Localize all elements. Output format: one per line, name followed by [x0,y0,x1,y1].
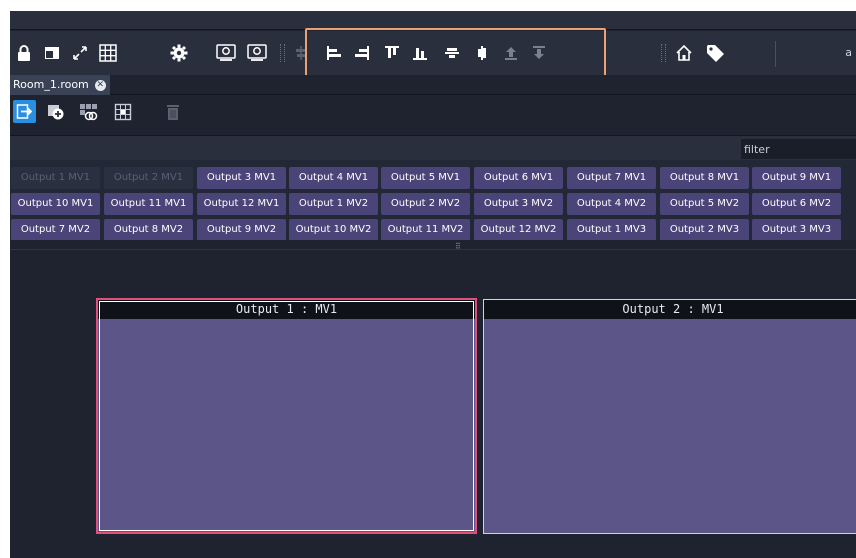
toolbar-divider [775,41,776,67]
output-button[interactable]: Output 3 MV3 [752,219,841,240]
output-button[interactable]: Output 2 MV1 [104,167,193,189]
output-button[interactable]: Output 6 MV2 [752,193,841,215]
output-button[interactable]: Output 12 MV2 [474,219,563,240]
gear-icon[interactable] [166,40,192,66]
toolbar-separator [661,44,666,62]
trash-icon[interactable] [161,100,184,123]
viewer-title: Output 1 : MV1 [98,300,475,319]
app-window: a Room_1.room ✕ Output 1 MV1 Output 2 MV… [10,11,856,558]
output-button[interactable]: Output 4 MV2 [567,193,656,215]
align-middle-horizontal-icon[interactable] [439,40,465,66]
camera-monitor-icon[interactable] [213,40,239,66]
align-center-vertical-icon[interactable] [288,40,314,66]
output-button[interactable]: Output 10 MV2 [289,219,378,240]
bring-to-front-icon[interactable] [498,40,524,66]
add-layout-icon[interactable] [44,100,67,123]
output-button[interactable]: Output 3 MV2 [474,193,563,215]
output-button[interactable]: Output 6 MV1 [474,167,563,189]
output-button[interactable]: Output 8 MV1 [660,167,749,189]
fullscreen-icon[interactable] [67,40,93,66]
filter-input[interactable] [741,139,856,159]
viewer-title: Output 2 : MV1 [484,300,856,319]
align-right-icon[interactable] [349,40,375,66]
align-bottom-icon[interactable] [407,40,433,66]
output-button[interactable]: Output 1 MV3 [567,219,656,240]
send-to-back-icon[interactable] [526,40,552,66]
close-icon[interactable]: ✕ [94,79,106,91]
layout-canvas[interactable]: Output 1 : MV1 Output 2 : MV1 [10,249,856,558]
tab-room[interactable]: Room_1.room ✕ [10,75,110,95]
output-button[interactable]: Output 4 MV1 [289,167,378,189]
user-label[interactable]: a [845,46,852,59]
toolbar-separator [280,44,285,62]
window-icon[interactable] [39,40,65,66]
output-button[interactable]: Output 7 MV1 [567,167,656,189]
main-toolbar: a [10,31,856,75]
grid-snap-icon[interactable] [111,100,134,123]
output-button[interactable]: Output 2 MV2 [381,193,470,215]
output-button[interactable]: Output 9 MV1 [752,167,841,189]
grid-icon[interactable] [95,40,121,66]
lock-icon[interactable] [11,40,37,66]
output-list: Output 1 MV1 Output 2 MV1 Output 3 MV1 O… [10,160,856,240]
tab-bar: Room_1.room ✕ [10,75,856,95]
home-icon[interactable] [671,40,697,66]
link-layout-icon[interactable] [77,100,100,123]
viewer-output-2-mv1[interactable]: Output 2 : MV1 [483,299,856,534]
tag-icon[interactable] [702,40,728,66]
output-button[interactable]: Output 1 MV2 [289,193,378,215]
filter-bar [10,135,856,160]
output-button[interactable]: Output 5 MV1 [381,167,470,189]
output-button[interactable]: Output 11 MV1 [104,193,193,215]
align-left-icon[interactable] [321,40,347,66]
layout-toolbar [10,95,856,129]
camera-monitor-edit-icon[interactable] [244,40,270,66]
align-center-icon[interactable] [469,40,495,66]
output-button[interactable]: Output 5 MV2 [660,193,749,215]
enter-icon[interactable] [13,100,36,123]
top-strip [10,11,856,30]
output-button[interactable]: Output 10 MV1 [11,193,100,215]
output-button[interactable]: Output 2 MV3 [660,219,749,240]
output-button[interactable]: Output 9 MV2 [197,219,286,240]
viewer-output-1-mv1[interactable]: Output 1 : MV1 [96,298,477,534]
output-button[interactable]: Output 7 MV2 [11,219,100,240]
output-button[interactable]: Output 11 MV2 [381,219,470,240]
align-top-icon[interactable] [379,40,405,66]
output-button[interactable]: Output 1 MV1 [11,167,100,189]
tab-label: Room_1.room [13,78,89,91]
output-button[interactable]: Output 3 MV1 [197,167,286,189]
output-button[interactable]: Output 8 MV2 [104,219,193,240]
output-button[interactable]: Output 12 MV1 [197,193,286,215]
